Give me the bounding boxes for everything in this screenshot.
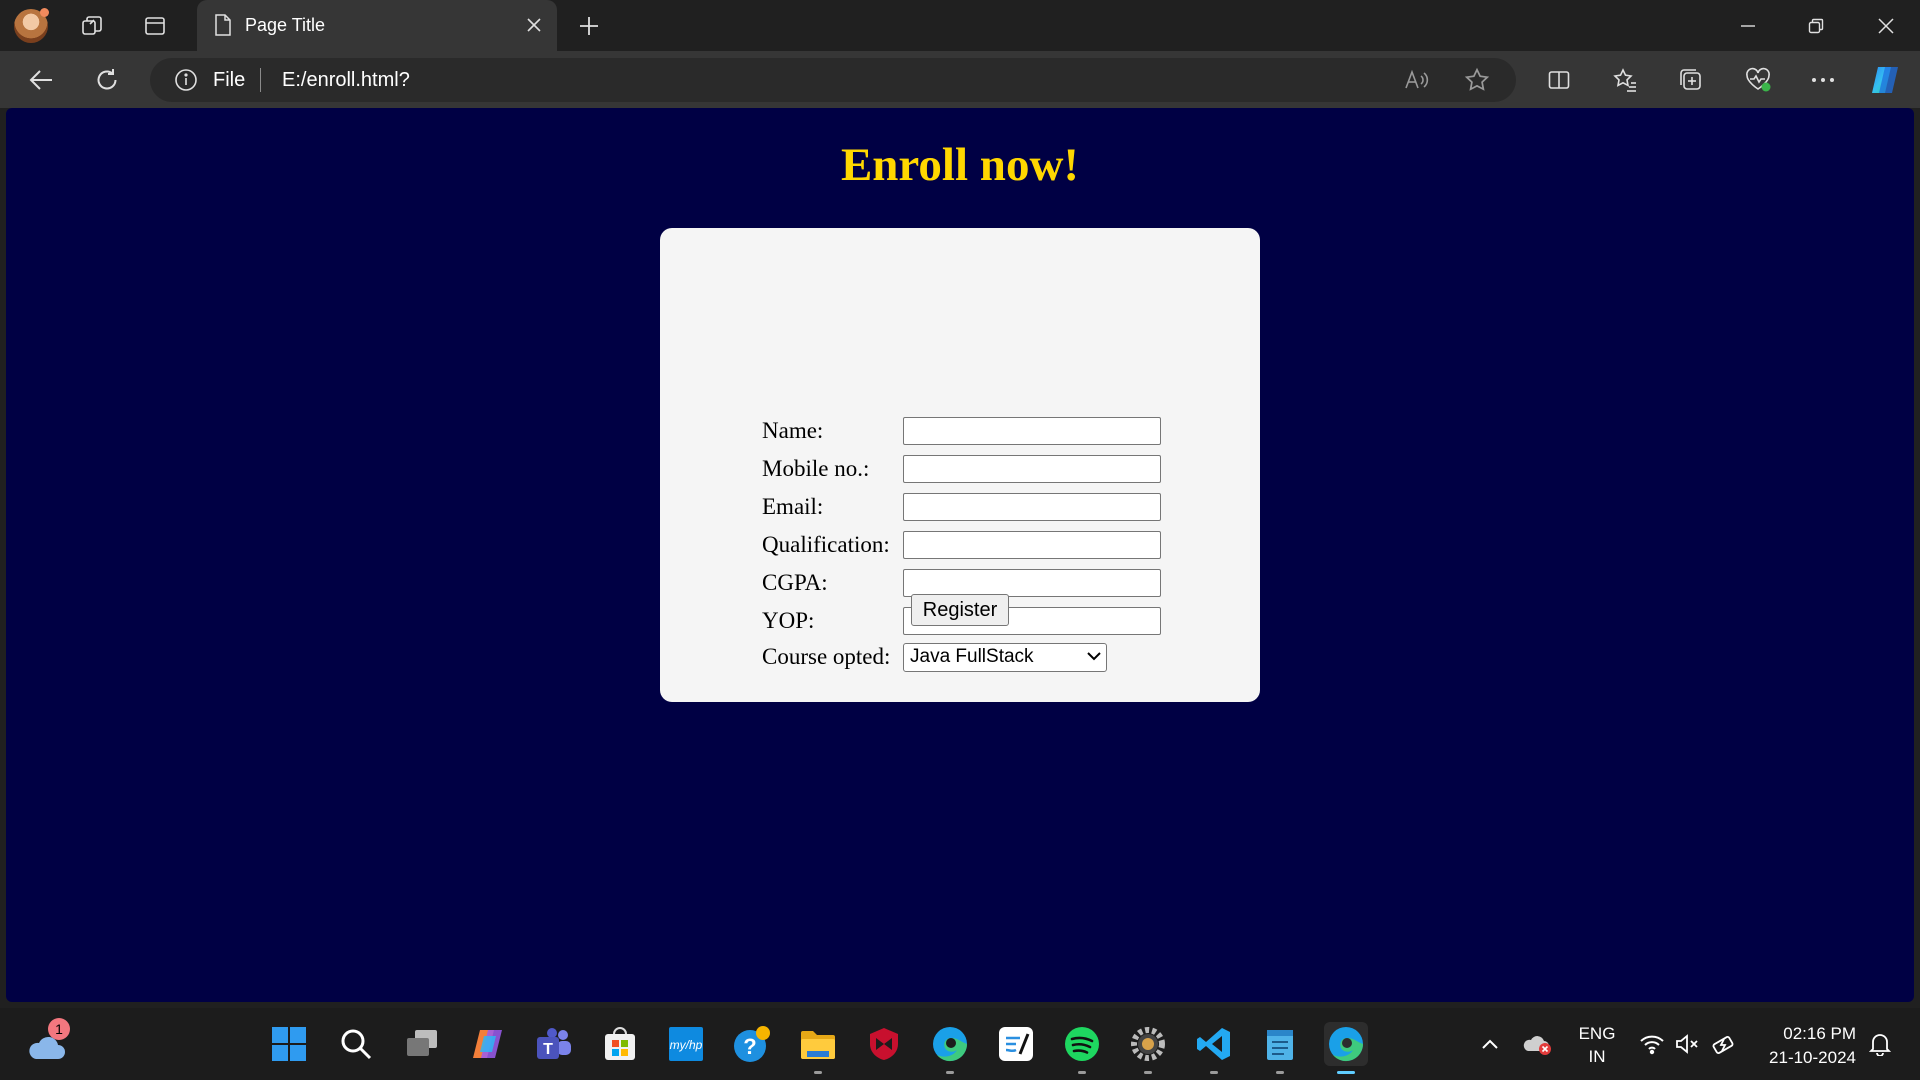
minimize-icon[interactable] [1726, 8, 1770, 44]
language-code: ENG [1578, 1024, 1616, 1043]
name-label: Name: [762, 418, 824, 443]
form-row-mobile: Mobile no.: [762, 453, 1161, 485]
settings-app-icon[interactable] [1126, 1022, 1170, 1074]
address-scheme-label: File [213, 69, 246, 91]
notification-bell-icon[interactable] [1866, 1030, 1894, 1058]
address-bar[interactable]: File E:/enroll.html? [150, 58, 1516, 102]
page-icon [211, 13, 235, 37]
chevron-up-icon[interactable] [1478, 1032, 1502, 1056]
close-window-icon[interactable] [1864, 8, 1908, 44]
edge-icon[interactable] [928, 1022, 972, 1074]
collections-icon[interactable] [1672, 61, 1710, 99]
search-icon[interactable] [334, 1022, 378, 1066]
chevron-down-icon [1087, 651, 1101, 661]
name-input[interactable] [903, 417, 1161, 445]
back-icon[interactable] [22, 61, 60, 99]
profile-avatar[interactable] [14, 8, 49, 43]
get-help-icon[interactable]: ? [730, 1022, 774, 1066]
spotify-icon[interactable] [1060, 1022, 1104, 1074]
svg-text:?: ? [743, 1034, 756, 1059]
active-indicator [1337, 1071, 1355, 1074]
split-screen-icon[interactable] [1540, 61, 1578, 99]
wifi-icon[interactable] [1638, 1030, 1666, 1058]
svg-text:T: T [543, 1041, 553, 1058]
read-aloud-icon[interactable] [1404, 67, 1430, 93]
profile-status-dot [40, 8, 49, 17]
form-row-qualification: Qualification: [762, 529, 1161, 561]
enroll-form-card: Name: Mobile no.: Email: Qualification: … [660, 228, 1260, 702]
copilot-icon[interactable] [1866, 61, 1904, 99]
start-icon[interactable] [267, 1022, 311, 1066]
register-button[interactable]: Register [911, 594, 1009, 626]
vscode-icon[interactable] [1192, 1022, 1236, 1074]
running-indicator [814, 1071, 822, 1074]
restore-icon[interactable] [1794, 8, 1838, 44]
task-view-icon[interactable] [400, 1022, 444, 1066]
more-options-icon[interactable] [1804, 61, 1842, 99]
edge-active-icon[interactable] [1324, 1022, 1368, 1074]
page-heading: Enroll now! [840, 139, 1080, 191]
running-indicator [1276, 1071, 1284, 1074]
cgpa-input[interactable] [903, 569, 1161, 597]
email-label: Email: [762, 494, 824, 519]
onedrive-error-icon[interactable] [1522, 1030, 1554, 1058]
language-indicator[interactable]: ENG IN [1576, 1022, 1618, 1068]
site-info-icon[interactable] [174, 68, 198, 92]
tab-title: Page Title [245, 15, 326, 35]
notepad-icon[interactable] [1258, 1022, 1302, 1074]
email-input[interactable] [903, 493, 1161, 521]
file-explorer-icon[interactable] [796, 1022, 840, 1074]
running-indicator [946, 1071, 954, 1074]
workspaces-icon[interactable] [74, 8, 110, 44]
tab-actions-icon[interactable] [137, 8, 173, 44]
course-label: Course opted: [762, 644, 891, 669]
form-row-email: Email: [762, 491, 1161, 523]
browser-titlebar: Page Title [0, 0, 1920, 51]
store-icon[interactable] [598, 1022, 642, 1066]
weather-badge: 1 [48, 1018, 70, 1040]
page-viewport: Enroll now! Name: Mobile no.: Email: Qua… [6, 108, 1914, 1002]
tab-active[interactable]: Page Title [197, 0, 557, 51]
mobile-label: Mobile no.: [762, 456, 870, 481]
running-indicator [1078, 1071, 1086, 1074]
favorites-icon[interactable] [1606, 61, 1644, 99]
taskbar: 1 T my/hp ? ENG IN 02:16 PM 21-10-2024 [0, 1008, 1920, 1080]
freeform-icon[interactable] [994, 1022, 1038, 1066]
clock-date: 21-10-2024 [1769, 1048, 1856, 1067]
system-clock[interactable]: 02:16 PM 21-10-2024 [1769, 1022, 1856, 1070]
copilot-app-icon[interactable] [466, 1022, 510, 1066]
running-indicator [1210, 1071, 1218, 1074]
qualification-label: Qualification: [762, 532, 890, 557]
teams-icon[interactable]: T [532, 1022, 576, 1066]
yop-label: YOP: [762, 608, 815, 633]
form-row-name: Name: [762, 415, 1161, 447]
battery-charging-icon[interactable] [1710, 1030, 1738, 1058]
form-row-course: Course opted: Java FullStack [762, 641, 1107, 673]
course-selected-value: Java FullStack [910, 645, 1034, 667]
mcafee-icon[interactable] [862, 1022, 906, 1066]
favorite-star-icon[interactable] [1464, 67, 1490, 93]
running-indicator [1144, 1071, 1152, 1074]
browser-toolbar: File E:/enroll.html? [0, 51, 1920, 108]
volume-muted-icon[interactable] [1674, 1030, 1702, 1058]
svg-text:my/hp: my/hp [670, 1038, 703, 1052]
course-select[interactable]: Java FullStack [903, 642, 1107, 672]
cgpa-label: CGPA: [762, 570, 828, 595]
address-url[interactable]: E:/enroll.html? [282, 69, 410, 92]
qualification-input[interactable] [903, 531, 1161, 559]
clock-time: 02:16 PM [1783, 1024, 1856, 1043]
close-tab-icon[interactable] [523, 14, 545, 36]
region-code: IN [1588, 1047, 1606, 1066]
refresh-icon[interactable] [88, 61, 126, 99]
browser-essentials-icon[interactable] [1739, 61, 1777, 99]
myhp-icon[interactable]: my/hp [664, 1022, 708, 1066]
new-tab-icon[interactable] [571, 8, 607, 44]
address-divider [260, 68, 261, 92]
mobile-input[interactable] [903, 455, 1161, 483]
